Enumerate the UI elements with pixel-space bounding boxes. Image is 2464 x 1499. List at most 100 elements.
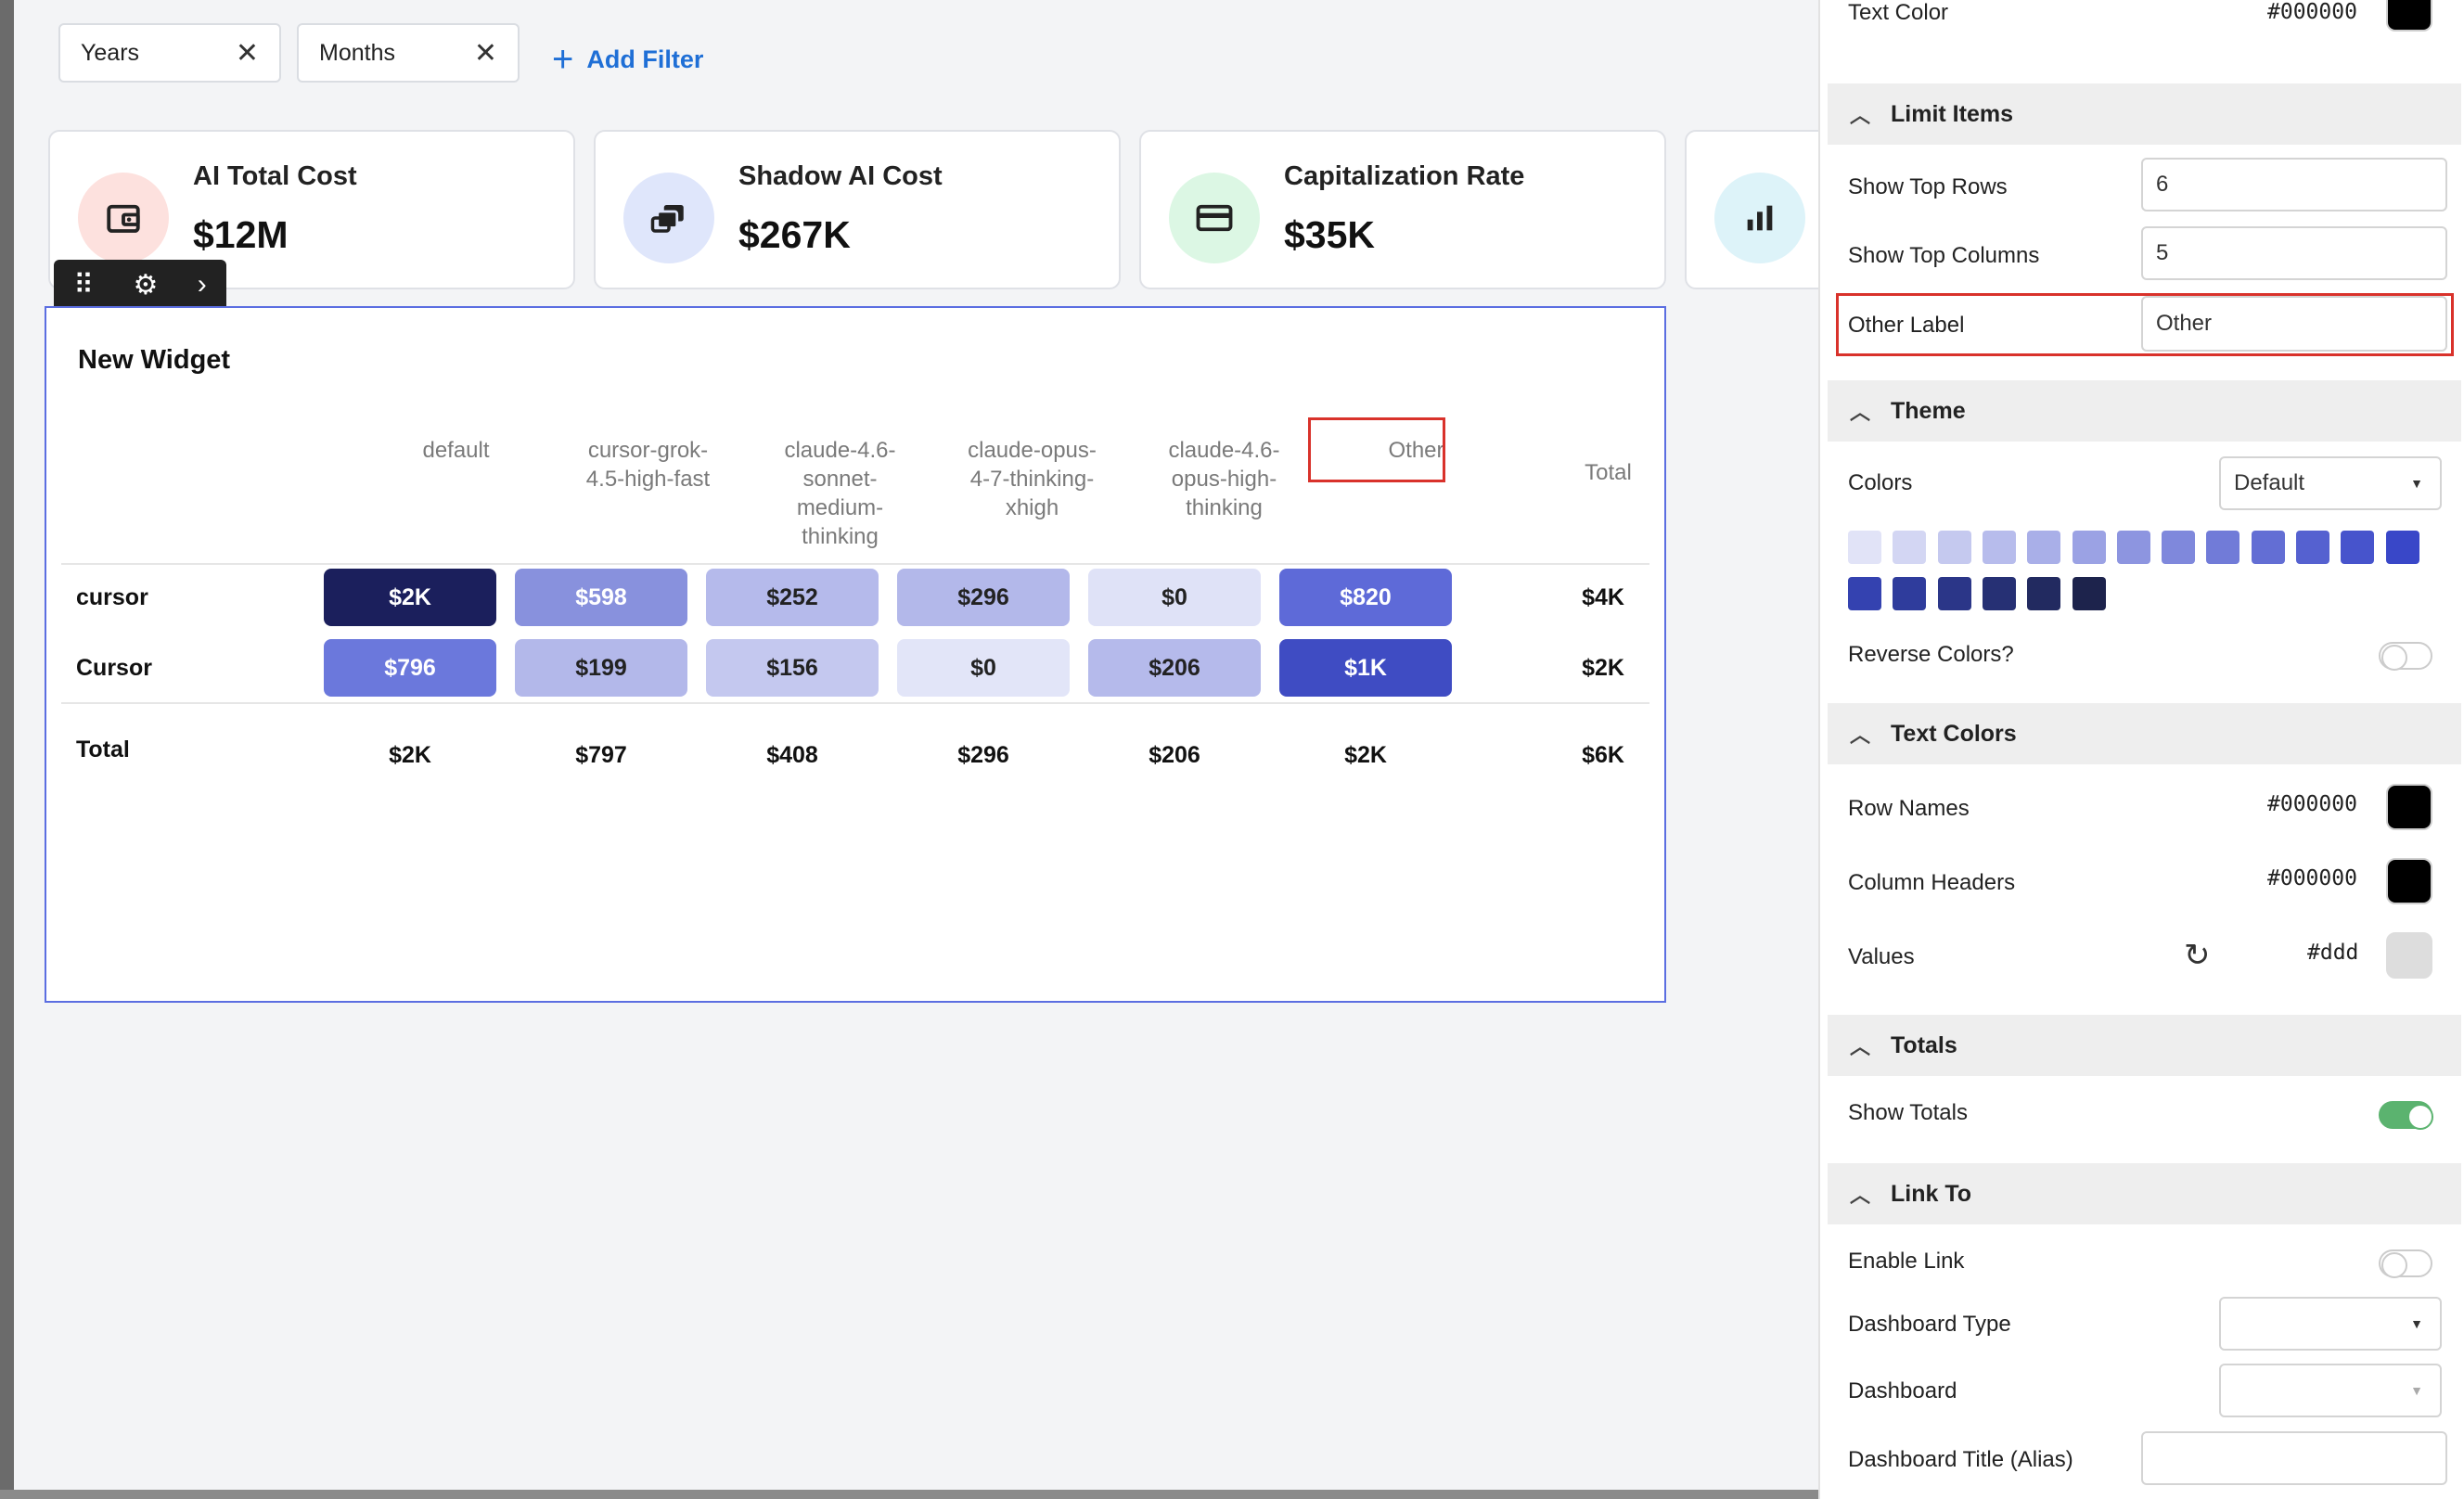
row-names-swatch[interactable] [2386, 784, 2432, 830]
copy-icon [623, 173, 714, 263]
total-column-header: Total [1585, 460, 1632, 485]
values-swatch[interactable] [2386, 932, 2432, 979]
column-headers-hex[interactable]: #000000 [2267, 866, 2357, 890]
show-top-columns-input[interactable]: 5 [2141, 226, 2447, 280]
caret-down-icon: ▼ [2410, 476, 2423, 491]
table-cell[interactable]: $156 [706, 639, 879, 697]
dashboard-type-select[interactable]: ▼ [2219, 1297, 2442, 1351]
chevron-right-icon[interactable]: › [198, 269, 207, 301]
row-name: Cursor [76, 655, 152, 681]
filter-chip-label: Years [81, 39, 140, 66]
section-title: Text Colors [1891, 720, 2017, 747]
dashboard-type-label: Dashboard Type [1848, 1312, 2011, 1337]
values-hex[interactable]: #ddd [2307, 941, 2358, 965]
section-title: Link To [1891, 1180, 1972, 1207]
wallet-icon [78, 173, 169, 263]
column-total: $2K [1344, 741, 1387, 768]
table-cell[interactable]: $199 [515, 639, 687, 697]
section-text-colors[interactable]: ︿ Text Colors [1828, 703, 2461, 764]
close-icon[interactable]: ✕ [474, 37, 497, 70]
kpi-value: $12M [193, 213, 289, 256]
kpi-card-shadow-ai-cost[interactable]: Shadow AI Cost $267K [594, 130, 1121, 289]
dashboard-title-label: Dashboard Title (Alias) [1848, 1447, 2073, 1472]
color-swatch [1937, 531, 1971, 564]
section-theme[interactable]: ︿ Theme [1828, 380, 2461, 442]
other-label-input[interactable]: Other [2141, 296, 2447, 352]
kpi-card-capitalization-rate[interactable]: Capitalization Rate $35K [1139, 130, 1666, 289]
column-header: claude-4.6- opus-high- thinking [1168, 438, 1280, 520]
reset-icon[interactable]: ↻ [2184, 937, 2211, 974]
drag-handle-icon[interactable]: ⠿ [73, 269, 94, 301]
window-edge [0, 0, 14, 1499]
table-cell[interactable]: $206 [1088, 639, 1261, 697]
enable-link-toggle[interactable] [2379, 1249, 2432, 1278]
section-limit-items[interactable]: ︿ Limit Items [1828, 83, 2461, 145]
show-top-columns-label: Show Top Columns [1848, 243, 2040, 268]
row-total: $4K [1582, 583, 1624, 610]
widget-title: New Widget [78, 345, 231, 375]
column-header: cursor-grok- 4.5-high-fast [585, 438, 711, 492]
section-title: Totals [1891, 1031, 1957, 1058]
grand-total: $6K [1582, 741, 1624, 768]
table-cell[interactable]: $1K [1279, 639, 1452, 697]
widget-toolbar: ⠿ ⚙ › [54, 260, 226, 310]
section-totals[interactable]: ︿ Totals [1828, 1015, 2461, 1076]
table-cell[interactable]: $252 [706, 569, 879, 626]
color-swatch [1982, 531, 2016, 564]
enable-link-label: Enable Link [1848, 1249, 1965, 1274]
table-cell[interactable]: $820 [1279, 569, 1452, 626]
filter-chip-years[interactable]: Years ✕ [58, 23, 281, 83]
values-label: Values [1848, 944, 1915, 969]
close-icon[interactable]: ✕ [236, 37, 259, 70]
table-cell[interactable]: $296 [897, 569, 1070, 626]
row-names-label: Row Names [1848, 796, 1970, 821]
section-link-to[interactable]: ︿ Link To [1828, 1163, 2461, 1224]
table-cell[interactable]: $796 [324, 639, 496, 697]
filter-chip-label: Months [319, 39, 395, 66]
color-swatch [1982, 577, 2016, 610]
color-swatch [1848, 531, 1881, 564]
filter-chip-months[interactable]: Months ✕ [297, 23, 520, 83]
column-header: default [422, 438, 490, 463]
bar-chart-icon [1714, 173, 1805, 263]
dashboard-select[interactable]: ▼ [2219, 1364, 2442, 1417]
show-top-rows-input[interactable]: 6 [2141, 158, 2447, 211]
color-swatch [2251, 531, 2285, 564]
pivot-widget[interactable]: New Widget default cursor-grok- 4.5-high… [45, 306, 1666, 1003]
column-headers-swatch[interactable] [2386, 858, 2432, 904]
column-total: $797 [575, 741, 627, 768]
table-cell[interactable]: $0 [1088, 569, 1261, 626]
color-swatch [2027, 577, 2061, 610]
row-name: cursor [76, 584, 148, 610]
kpi-card-partial[interactable] [1685, 130, 1833, 289]
plus-icon: + [552, 39, 574, 80]
column-header: claude-4.6- sonnet- medium- thinking [784, 438, 896, 549]
text-color-label: Text Color [1848, 0, 1949, 25]
horizontal-scrollbar[interactable] [0, 1490, 1818, 1499]
add-filter-label: Add Filter [586, 45, 704, 73]
colors-label: Colors [1848, 470, 1913, 495]
reverse-colors-label: Reverse Colors? [1848, 642, 2014, 667]
add-filter-button[interactable]: + Add Filter [552, 37, 703, 82]
column-headers-label: Column Headers [1848, 870, 2016, 895]
table-cell[interactable]: $598 [515, 569, 687, 626]
colors-select[interactable]: Default ▼ [2219, 456, 2442, 510]
kpi-value: $35K [1284, 213, 1376, 256]
color-swatch [2027, 531, 2061, 564]
table-cell[interactable]: $0 [897, 639, 1070, 697]
gear-icon[interactable]: ⚙ [134, 269, 159, 301]
kpi-value: $267K [738, 213, 851, 256]
chevron-up-icon: ︿ [1850, 724, 1871, 747]
table-cell[interactable]: $2K [324, 569, 496, 626]
totals-row-name: Total [76, 737, 130, 762]
dashboard-title-input[interactable] [2141, 1431, 2447, 1485]
show-totals-toggle[interactable] [2379, 1101, 2433, 1130]
reverse-colors-toggle[interactable] [2379, 642, 2432, 671]
column-total: $408 [766, 741, 818, 768]
show-totals-label: Show Totals [1848, 1100, 1968, 1125]
color-swatch [1937, 577, 1971, 610]
credit-card-icon [1169, 173, 1260, 263]
row-names-hex[interactable]: #000000 [2267, 792, 2357, 816]
text-color-swatch[interactable] [2386, 0, 2432, 32]
text-color-hex[interactable]: #000000 [2267, 0, 2357, 24]
